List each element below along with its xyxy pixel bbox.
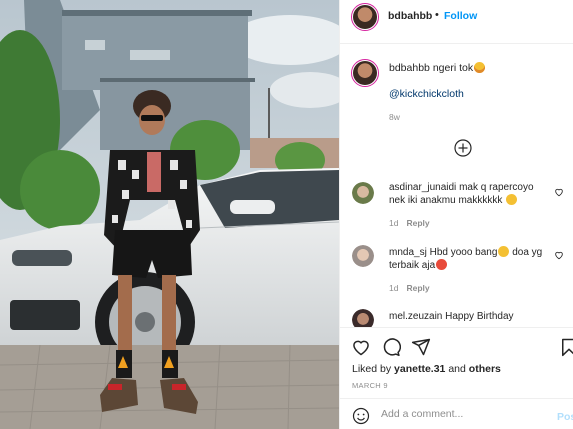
post-photo[interactable] [0, 0, 339, 429]
liked-and: and [448, 363, 466, 375]
post-detail-panel: bdbahbb • Follow bdbahbb ngeri tok @kick… [339, 0, 573, 429]
liked-by-text: Liked by yanette.31 and others [352, 363, 501, 375]
comment-input[interactable] [381, 405, 551, 423]
comment-item: mel.zeuzain Happy Birthday [340, 0, 573, 327]
add-comment-bar: Post [340, 398, 573, 429]
liked-others-link[interactable]: others [469, 363, 501, 375]
post-actions: Liked by yanette.31 and others MARCH 9 [340, 327, 573, 397]
liked-prefix: Liked by [352, 363, 392, 375]
comment-body: Happy Birthday [445, 311, 514, 322]
post-date: MARCH 9 [352, 381, 388, 390]
bookmark-icon[interactable] [559, 337, 573, 357]
commenter-username[interactable]: mel.zeuzain [389, 311, 442, 322]
share-icon[interactable] [411, 337, 431, 357]
post-comment-button[interactable]: Post [557, 411, 573, 423]
post-image [0, 0, 339, 429]
emoji-picker-icon[interactable] [352, 407, 370, 425]
heart-icon[interactable] [351, 337, 371, 357]
commenter-avatar[interactable] [352, 309, 374, 327]
liked-user-link[interactable]: yanette.31 [394, 363, 445, 375]
comment-text: mel.zeuzain Happy Birthday [389, 310, 549, 323]
comment-icon[interactable] [381, 337, 401, 357]
